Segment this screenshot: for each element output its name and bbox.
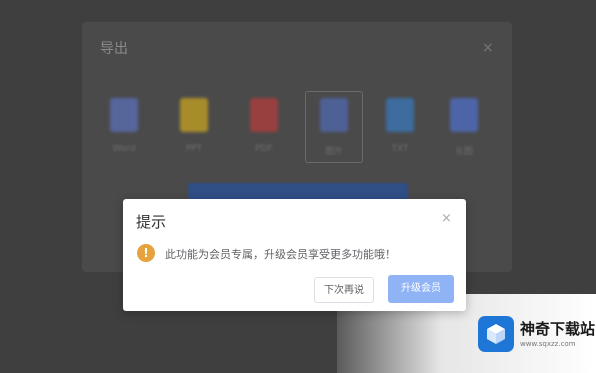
ppt-file-icon <box>180 98 208 132</box>
export-panel-title: 导出 <box>100 41 128 57</box>
format-label: TXT <box>391 144 409 154</box>
word-file-icon <box>110 98 138 132</box>
format-label: 长图 <box>454 147 473 157</box>
dialog-message: 此功能为会员专属，升级会员享受更多功能哦！ <box>165 248 396 261</box>
format-label: PDF <box>255 144 273 154</box>
format-option-word[interactable]: Word <box>96 92 152 162</box>
format-option-long-image[interactable]: 长图 <box>436 92 492 162</box>
pdf-file-icon <box>250 98 278 132</box>
format-option-ppt[interactable]: PPT <box>166 92 222 162</box>
upgrade-membership-button[interactable]: 升级会员 <box>388 275 454 303</box>
membership-prompt-dialog: 提示 × ! 此功能为会员专属，升级会员享受更多功能哦！ 下次再说 升级会员 <box>123 199 466 311</box>
txt-file-icon <box>386 98 414 132</box>
format-option-image[interactable]: 图片 <box>305 91 363 163</box>
format-label: PPT <box>185 144 203 154</box>
cube-logo-icon <box>478 316 514 352</box>
watermark-url: www.sqxzz.com <box>520 340 576 348</box>
image-file-icon <box>320 98 348 132</box>
close-icon[interactable]: × <box>441 212 452 225</box>
warning-icon: ! <box>137 244 155 262</box>
later-button[interactable]: 下次再说 <box>314 277 374 303</box>
format-label: 图片 <box>324 147 343 157</box>
dialog-title: 提示 <box>136 213 167 231</box>
export-panel-close-icon[interactable]: × <box>482 40 494 56</box>
watermark-name: 神奇下载站 <box>520 320 596 338</box>
long-image-icon <box>450 98 478 132</box>
format-option-pdf[interactable]: PDF <box>236 92 292 162</box>
format-option-txt[interactable]: TXT <box>372 92 428 162</box>
site-watermark: 神奇下载站 www.sqxzz.com <box>478 316 595 354</box>
format-label: Word <box>112 144 136 154</box>
